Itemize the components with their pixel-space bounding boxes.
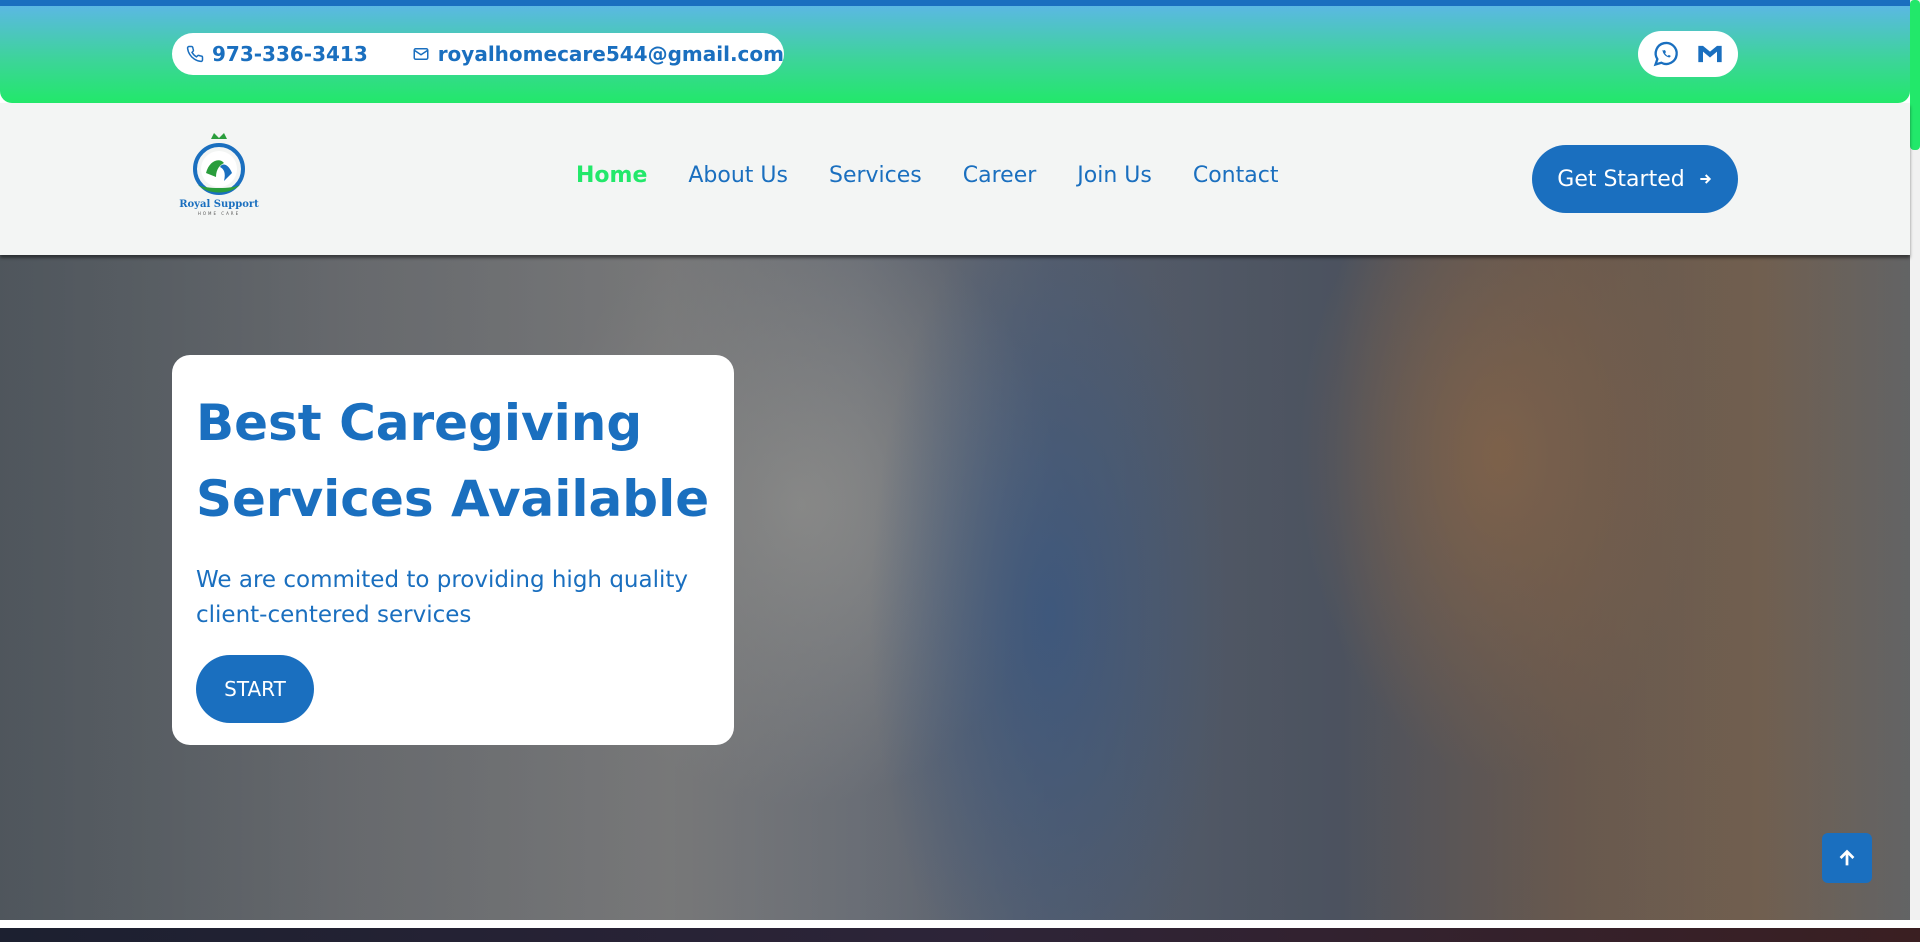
- email-address: royalhomecare544@gmail.com: [437, 42, 784, 66]
- logo-subtitle: HOME CARE: [197, 211, 241, 216]
- phone-icon: [186, 45, 204, 63]
- next-section-edge: [0, 928, 1920, 942]
- hero-title: Best Caregiving Services Available: [196, 394, 710, 528]
- nav-item-contact[interactable]: Contact: [1193, 163, 1279, 188]
- nav-menu: Home About Us Services Career Join Us Co…: [576, 163, 1319, 188]
- hero-section: Best Caregiving Services Available We ar…: [0, 255, 1910, 920]
- mail-icon: [413, 48, 429, 60]
- social-links: [1638, 31, 1738, 77]
- arrow-right-icon: [1700, 174, 1711, 184]
- scroll-to-top-button[interactable]: [1822, 833, 1872, 883]
- nav-item-services[interactable]: Services: [829, 163, 922, 188]
- start-button[interactable]: START: [196, 655, 314, 723]
- whatsapp-icon[interactable]: [1652, 40, 1680, 68]
- phone-contact[interactable]: 973-336-3413: [186, 42, 412, 66]
- get-started-button[interactable]: Get Started: [1532, 145, 1738, 213]
- arrow-up-icon: [1839, 849, 1855, 866]
- main-navbar: Royal Support HOME CARE Home About Us Se…: [0, 103, 1910, 255]
- nav-item-join-us[interactable]: Join Us: [1077, 163, 1152, 188]
- hero-subtitle: We are commited to providing high qualit…: [196, 567, 688, 628]
- nav-item-home[interactable]: Home: [576, 163, 647, 188]
- phone-number: 973-336-3413: [212, 42, 368, 66]
- logo-emblem-icon: [193, 133, 245, 195]
- top-contact-bar: 973-336-3413 royalhomecare544@gmail.com: [0, 0, 1910, 103]
- page-scrollbar-thumb[interactable]: [1910, 0, 1920, 150]
- gmail-icon[interactable]: [1696, 40, 1724, 68]
- email-contact[interactable]: royalhomecare544@gmail.com: [412, 42, 784, 66]
- nav-item-about-us[interactable]: About Us: [688, 163, 788, 188]
- logo-name: Royal Support: [179, 199, 259, 210]
- nav-item-career[interactable]: Career: [963, 163, 1037, 188]
- hero-card: Best Caregiving Services Available We ar…: [172, 355, 734, 745]
- contact-info-pill: 973-336-3413 royalhomecare544@gmail.com: [172, 33, 784, 75]
- brand-logo[interactable]: Royal Support HOME CARE: [176, 133, 262, 219]
- get-started-label: Get Started: [1557, 166, 1685, 192]
